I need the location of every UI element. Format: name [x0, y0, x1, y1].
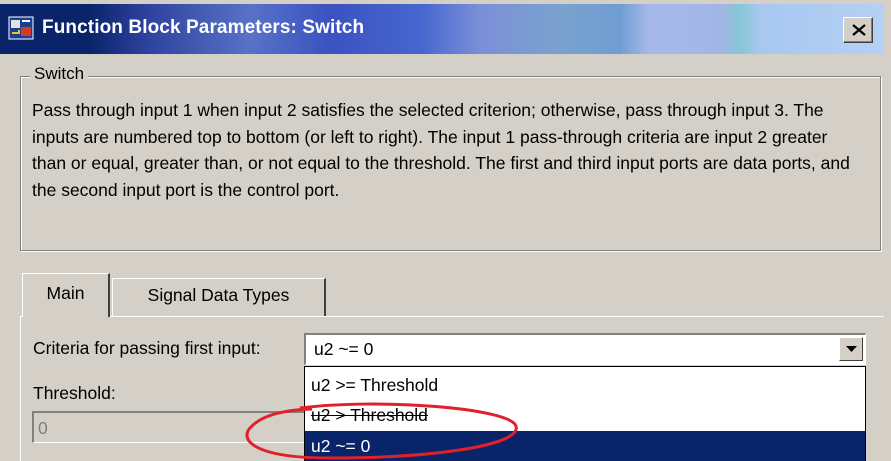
- chevron-down-icon: [846, 346, 857, 352]
- tab-label: Signal Data Types: [147, 285, 290, 305]
- criteria-selected-value: u2 ~= 0: [314, 339, 374, 359]
- threshold-label: Threshold:: [33, 383, 116, 403]
- title-bar[interactable]: Function Block Parameters: Switch: [0, 4, 884, 54]
- window-title: Function Block Parameters: Switch: [42, 17, 365, 38]
- tab-label: Main: [46, 283, 85, 303]
- dialog-window: Function Block Parameters: Switch Switch…: [0, 0, 891, 461]
- criteria-select[interactable]: u2 ~= 0: [304, 333, 866, 365]
- criteria-label: Criteria for passing first input:: [33, 338, 261, 358]
- block-description: Pass through input 1 when input 2 satisf…: [32, 100, 850, 200]
- criteria-option[interactable]: u2 > Threshold: [305, 400, 865, 430]
- tab-main[interactable]: Main: [22, 273, 110, 317]
- threshold-field[interactable]: 0: [32, 411, 312, 443]
- threshold-value: 0: [38, 418, 48, 438]
- dropdown-button[interactable]: [839, 337, 863, 361]
- simulink-block-icon: [8, 16, 34, 40]
- tab-signal-data-types[interactable]: Signal Data Types: [112, 278, 326, 316]
- criteria-option[interactable]: u2 >= Threshold: [305, 370, 865, 400]
- criteria-option-highlighted[interactable]: u2 ~= 0: [305, 431, 865, 461]
- close-icon: [852, 24, 866, 36]
- group-label: Switch: [30, 64, 89, 84]
- criteria-dropdown-list[interactable]: u2 >= Threshold u2 > Threshold u2 ~= 0: [304, 366, 866, 461]
- close-button[interactable]: [843, 17, 873, 43]
